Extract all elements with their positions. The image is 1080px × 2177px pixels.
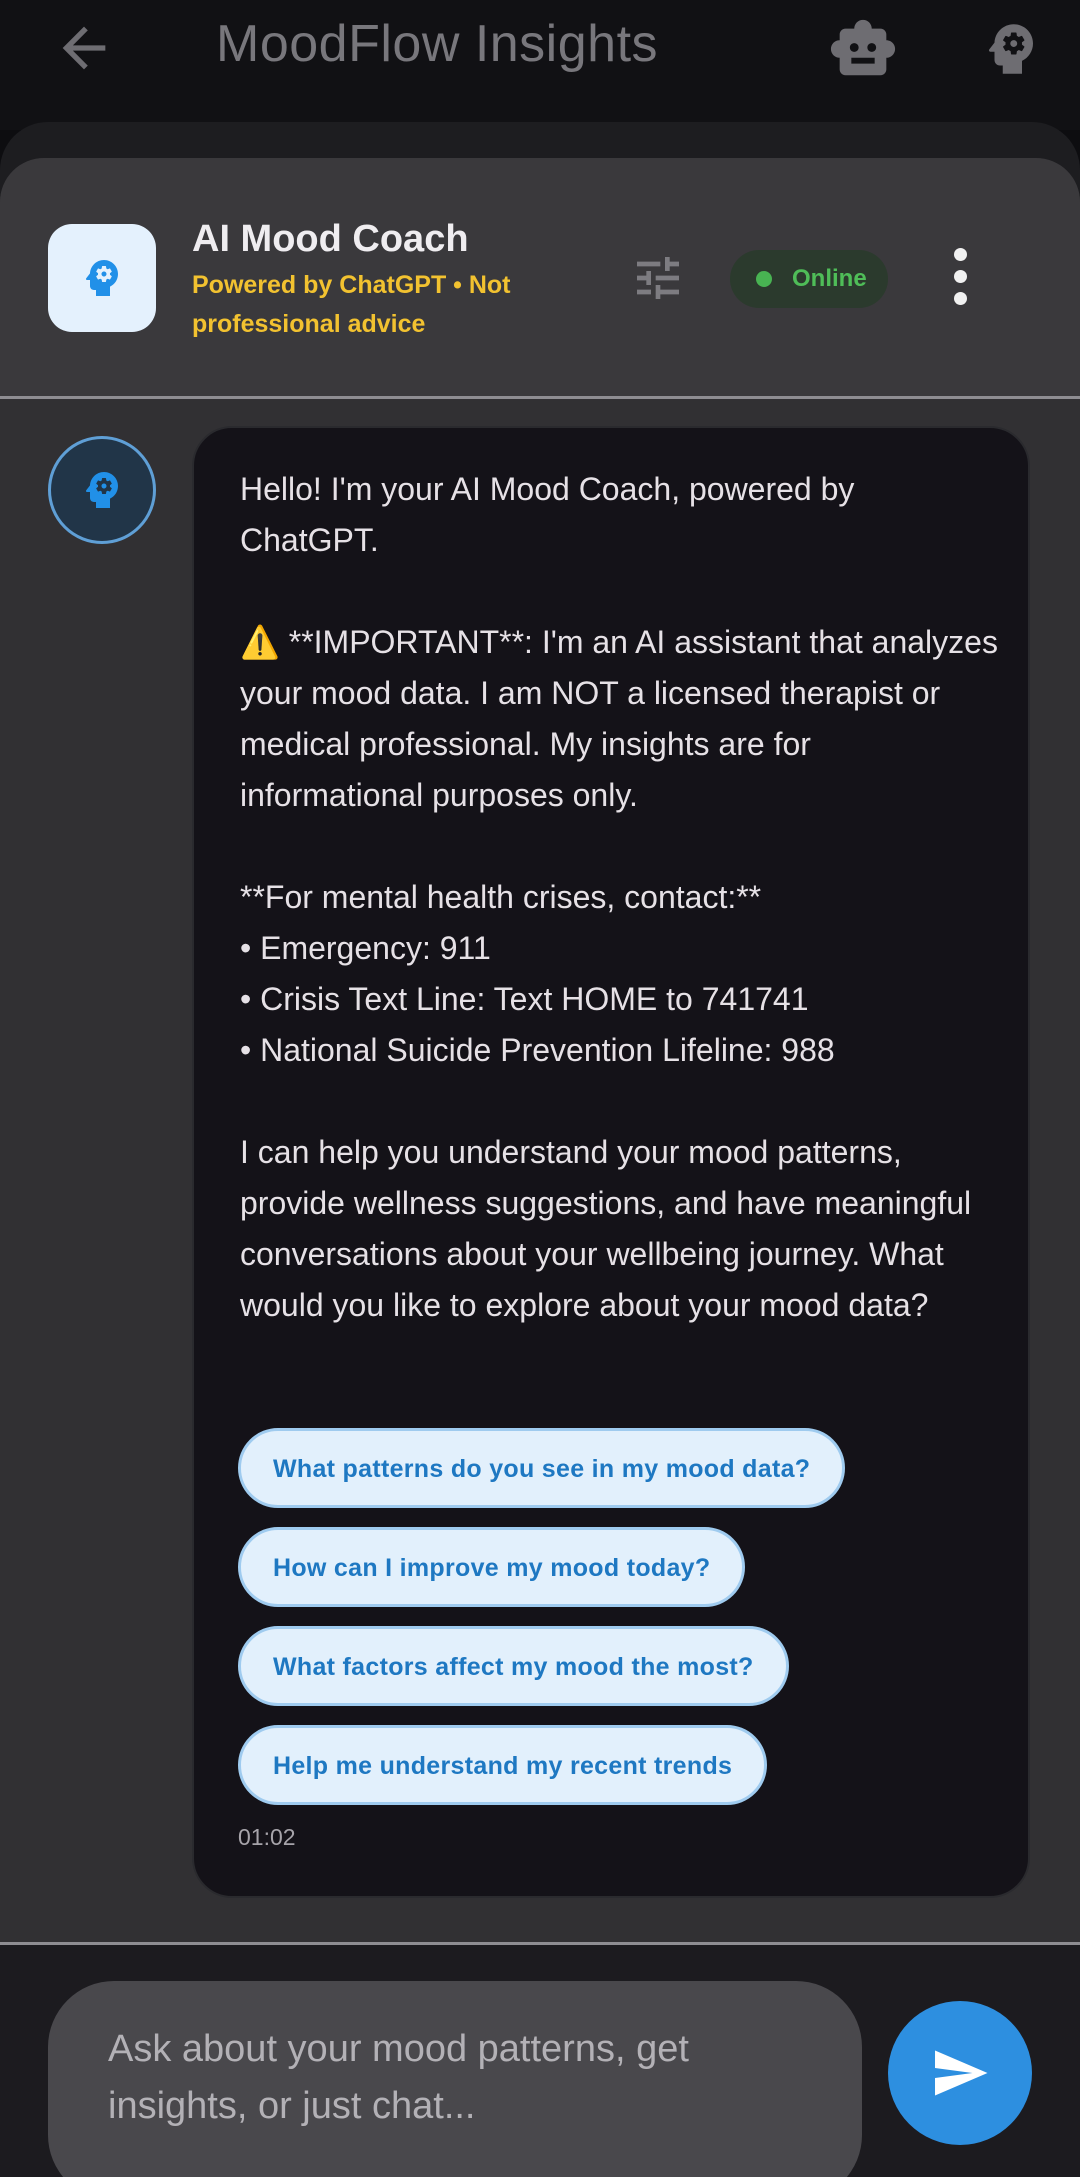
message-timestamp: 01:02 xyxy=(238,1824,296,1850)
message-bubble: Hello! I'm your AI Mood Coach, powered b… xyxy=(192,426,1030,1898)
input-placeholder: Ask about your mood patterns, get insigh… xyxy=(108,2028,689,2127)
status-label: Online xyxy=(792,265,867,292)
crisis-line: • National Suicide Prevention Lifeline: … xyxy=(240,1032,835,1068)
robot-icon[interactable] xyxy=(828,14,898,84)
app-bar: MoodFlow Insights xyxy=(0,0,1080,130)
status-badge: Online xyxy=(730,250,888,308)
important-text: ⚠️ **IMPORTANT**: I'm an AI assistant th… xyxy=(240,624,998,813)
coach-title: AI Mood Coach xyxy=(192,218,469,260)
suggestion-chips: What patterns do you see in my mood data… xyxy=(238,1428,846,1824)
send-icon xyxy=(935,2050,988,2096)
coach-avatar xyxy=(48,224,156,332)
chat-header: AI Mood Coach Powered by ChatGPT • Not p… xyxy=(0,158,1080,398)
crisis-header: **For mental health crises, contact:** xyxy=(240,879,762,915)
crisis-line: • Crisis Text Line: Text HOME to 741741 xyxy=(240,981,809,1017)
greeting-text: Hello! I'm your AI Mood Coach, powered b… xyxy=(240,471,855,558)
message-text: Hello! I'm your AI Mood Coach, powered b… xyxy=(240,464,1000,1331)
psychology-icon xyxy=(85,260,118,296)
psychology-icon xyxy=(85,472,118,508)
crisis-line: • Emergency: 911 xyxy=(240,930,491,966)
suggestion-chip[interactable]: What factors affect my mood the most? xyxy=(238,1626,789,1706)
header-divider xyxy=(0,396,1080,399)
suggestion-chip[interactable]: Help me understand my recent trends xyxy=(238,1725,768,1805)
closing-text: I can help you understand your mood patt… xyxy=(240,1134,972,1323)
psychology-icon[interactable] xyxy=(978,14,1044,84)
suggestion-chip[interactable]: How can I improve my mood today? xyxy=(238,1527,746,1607)
back-arrow-icon[interactable] xyxy=(52,16,116,80)
input-bar: Ask about your mood patterns, get insigh… xyxy=(0,1945,1080,2177)
warning-icon: ⚠️ xyxy=(240,624,280,660)
coach-subtitle: Powered by ChatGPT • Not professional ad… xyxy=(192,271,511,338)
tune-icon[interactable] xyxy=(630,250,686,306)
app-title: MoodFlow Insights xyxy=(216,15,659,73)
more-vert-icon[interactable] xyxy=(950,248,970,310)
message-input[interactable]: Ask about your mood patterns, get insigh… xyxy=(48,1981,862,2177)
send-button[interactable] xyxy=(888,2001,1032,2145)
online-dot xyxy=(756,271,772,287)
chat-sheet: AI Mood Coach Powered by ChatGPT • Not p… xyxy=(0,158,1080,2177)
bot-avatar xyxy=(48,436,156,544)
suggestion-chip[interactable]: What patterns do you see in my mood data… xyxy=(238,1428,846,1508)
crisis-block: **For mental health crises, contact:** •… xyxy=(240,872,1000,1076)
